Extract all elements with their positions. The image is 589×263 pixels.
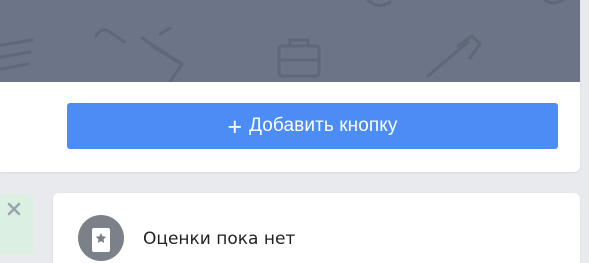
rating-status-text: Оценки пока нет [143,229,296,249]
add-button-label: Добавить кнопку [249,115,398,136]
add-button[interactable]: + Добавить кнопку [67,103,558,149]
star-badge-icon [78,215,124,261]
plus-icon: + [227,112,243,141]
close-icon[interactable] [5,200,23,218]
cover-pattern [0,0,565,82]
cover-image[interactable] [0,0,580,82]
reviews-card: Оценки пока нет [53,193,580,263]
profile-card: + Добавить кнопку [0,0,580,172]
